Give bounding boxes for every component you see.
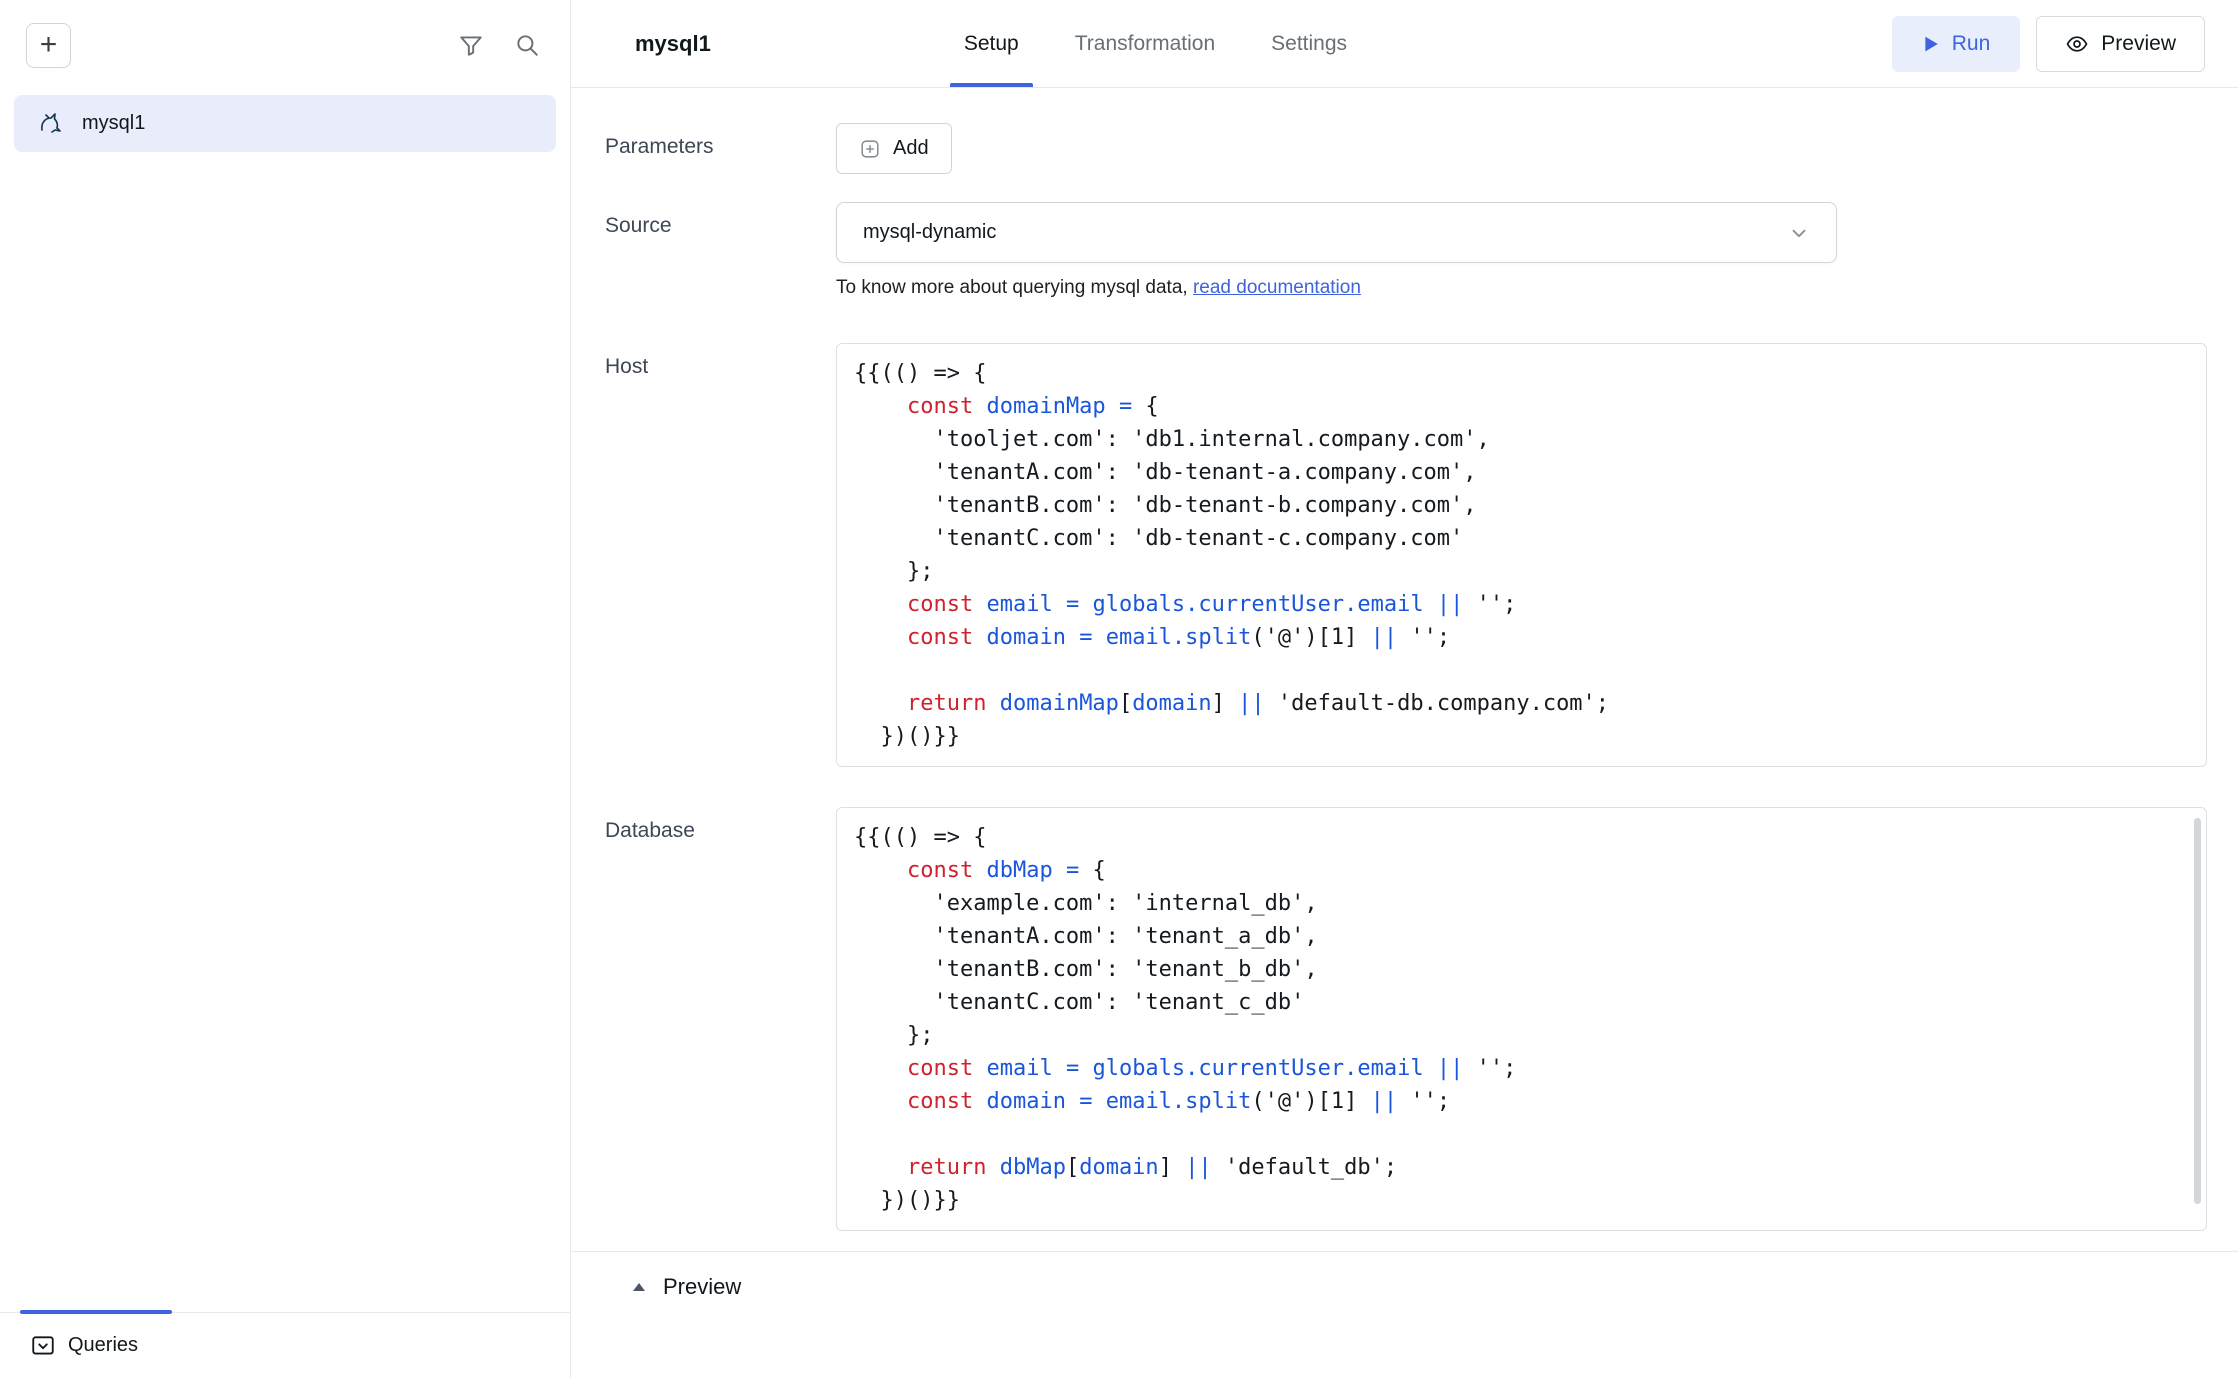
editor-tabs: Setup Transformation Settings	[946, 0, 1365, 87]
source-label: Source	[571, 202, 836, 238]
database-row: Database {{(() => { const dbMap = { 'exa…	[571, 807, 2238, 1231]
queries-sidebar: +	[0, 0, 571, 1378]
setup-form: Parameters Add	[571, 88, 2238, 1378]
sidebar-header: +	[0, 0, 570, 90]
query-title: mysql1	[635, 31, 711, 57]
code-scrollbar-thumb[interactable]	[2194, 818, 2201, 1204]
tab-settings[interactable]: Settings	[1253, 0, 1365, 87]
header-actions: Run Preview	[1892, 0, 2205, 87]
database-code-editor[interactable]: {{(() => { const dbMap = { 'example.com'…	[836, 807, 2207, 1231]
queries-tab-label: Queries	[68, 1334, 138, 1357]
sidebar-bottom-bar: Queries	[0, 1312, 570, 1378]
add-parameter-button[interactable]: Add	[836, 123, 952, 174]
app-window: +	[0, 0, 2238, 1378]
preview-section-label: Preview	[663, 1274, 741, 1300]
helper-text-prefix: To know more about querying mysql data,	[836, 277, 1193, 298]
query-item-label: mysql1	[82, 112, 145, 135]
parameters-label: Parameters	[571, 123, 836, 159]
plus-square-icon	[859, 138, 881, 160]
code-scrollbar	[2194, 818, 2201, 1220]
tab-transformation[interactable]: Transformation	[1057, 0, 1233, 87]
host-label: Host	[571, 343, 836, 379]
active-tab-indicator	[20, 1310, 172, 1314]
add-parameter-label: Add	[893, 137, 929, 160]
tab-setup[interactable]: Setup	[946, 0, 1037, 87]
chevron-down-icon	[1788, 222, 1810, 244]
preview-button-label: Preview	[2101, 32, 2176, 56]
query-editor-header: mysql1 Setup Transformation Settings Run	[571, 0, 2238, 88]
filter-icon[interactable]	[458, 32, 484, 58]
query-list-item-mysql1[interactable]: mysql1	[14, 95, 556, 152]
run-button[interactable]: Run	[1892, 16, 2021, 72]
read-documentation-link[interactable]: read documentation	[1193, 277, 1361, 298]
run-button-label: Run	[1952, 32, 1991, 56]
add-query-button[interactable]: +	[26, 23, 71, 68]
collapse-caret-icon[interactable]	[631, 1281, 647, 1293]
preview-button[interactable]: Preview	[2036, 16, 2205, 72]
queries-bottom-tab[interactable]: Queries	[30, 1333, 138, 1359]
mysql-icon	[36, 109, 66, 139]
host-code-editor[interactable]: {{(() => { const domainMap = { 'tooljet.…	[836, 343, 2207, 767]
query-list: mysql1	[0, 90, 570, 1312]
play-icon	[1922, 35, 1940, 53]
database-label: Database	[571, 807, 836, 843]
source-helper-text: To know more about querying mysql data, …	[836, 277, 1837, 299]
source-select-value: mysql-dynamic	[863, 221, 996, 244]
search-icon[interactable]	[514, 32, 540, 58]
queries-icon	[30, 1333, 56, 1359]
host-row: Host {{(() => { const domainMap = { 'too…	[571, 343, 2238, 767]
eye-icon	[2065, 32, 2089, 56]
parameters-row: Parameters Add	[571, 123, 2238, 174]
source-row: Source mysql-dynamic To know more about …	[571, 202, 2238, 299]
query-editor-main: mysql1 Setup Transformation Settings Run	[571, 0, 2238, 1378]
source-select[interactable]: mysql-dynamic	[836, 202, 1837, 263]
preview-section-header: Preview	[571, 1252, 2238, 1300]
